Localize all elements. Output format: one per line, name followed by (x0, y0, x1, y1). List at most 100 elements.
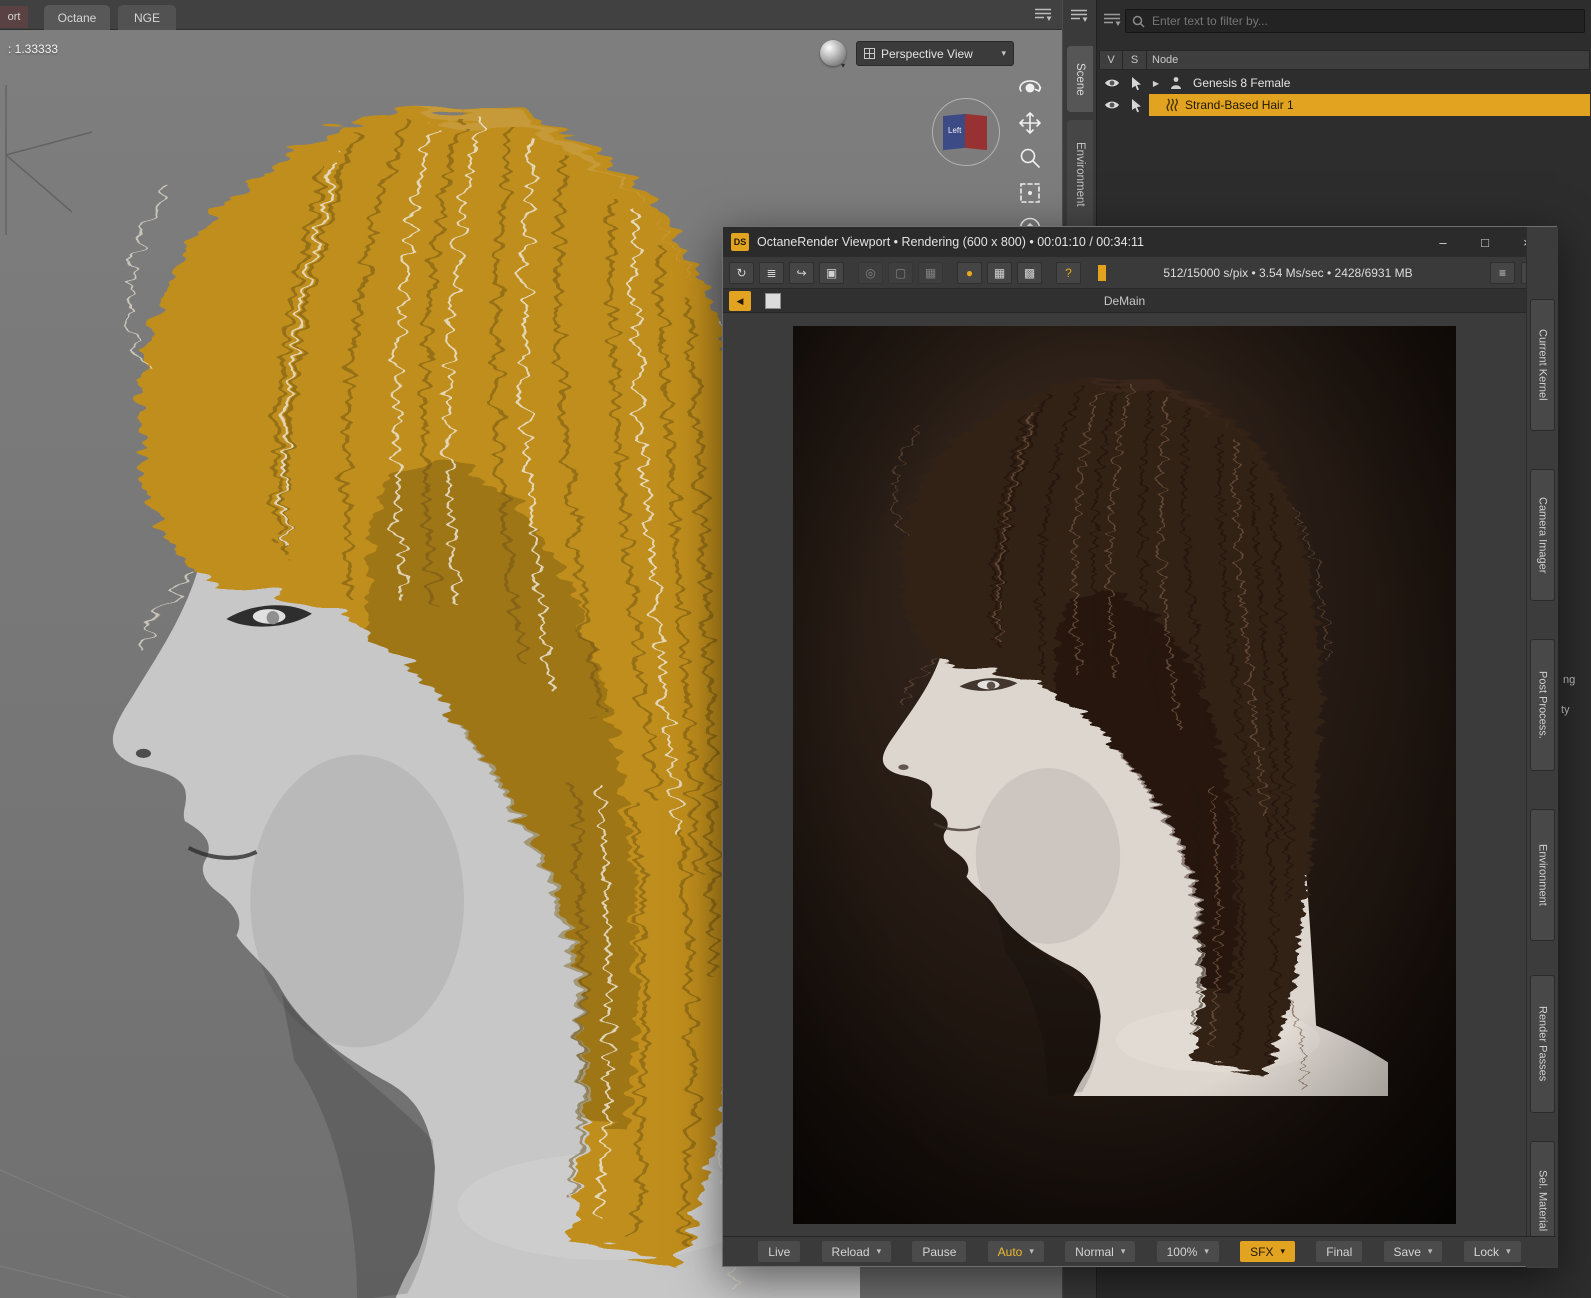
clipped-label-ng: ng (1563, 674, 1576, 686)
sfx-button[interactable]: SFX ▾ (1240, 1241, 1295, 1262)
render-status-text: 512/15000 s/pix • 3.54 Ms/sec • 2428/693… (1163, 266, 1413, 280)
render-viewport-area (723, 313, 1526, 1238)
button-label: 100% (1166, 1244, 1198, 1259)
scene-filter-box (1125, 9, 1585, 33)
pan-camera-icon[interactable] (1016, 109, 1044, 137)
navcube-right-face (965, 113, 987, 151)
scene-filter-input[interactable] (1150, 13, 1578, 29)
hair-node-icon (1166, 98, 1178, 112)
column-node[interactable]: Node (1147, 50, 1590, 70)
selected-node-highlight[interactable]: Strand-Based Hair 1 (1149, 94, 1590, 116)
chevron-down-icon[interactable]: ▾ (1280, 1246, 1285, 1257)
chevron-down-icon[interactable]: ▾ (1506, 1246, 1511, 1257)
chevron-down-icon[interactable]: ▾ (1428, 1246, 1433, 1257)
tab-nge[interactable]: NGE (118, 5, 176, 30)
render-target-strip: ◀ DeMain (723, 289, 1526, 313)
tab-render-passes[interactable]: Render Passes (1530, 975, 1555, 1113)
chevron-down-icon: ▾ (1001, 48, 1006, 58)
reload-button[interactable]: Reload ▾ (821, 1241, 892, 1262)
live-button[interactable]: Live (758, 1241, 801, 1262)
minimize-button[interactable]: – (1422, 228, 1464, 256)
save-button[interactable]: Save ▾ (1383, 1241, 1443, 1262)
view-navigation-cube[interactable]: Left (930, 96, 1002, 168)
navcube-label: Left (948, 126, 962, 135)
column-visible[interactable]: V (1099, 50, 1123, 70)
send-scene-icon[interactable]: ↪ (789, 261, 814, 284)
view-selector-dropdown[interactable]: Perspective View ▾ (856, 41, 1014, 66)
tab-partial[interactable]: ort (0, 6, 28, 28)
tab-octane[interactable]: Octane (44, 5, 110, 30)
progress-indicator (1098, 264, 1106, 281)
octane-render-image (793, 326, 1456, 1224)
render-priority-icon[interactable]: ● (957, 261, 982, 284)
back-button[interactable]: ◀ (729, 291, 751, 311)
auto-button[interactable]: Auto ▾ (987, 1241, 1044, 1262)
final-button[interactable]: Final (1316, 1241, 1363, 1262)
chevron-down-icon[interactable]: ▾ (877, 1246, 882, 1257)
column-selectable[interactable]: S (1123, 50, 1147, 70)
visibility-eye-icon[interactable] (1101, 99, 1123, 111)
button-label: Final (1326, 1244, 1353, 1259)
grid-icon[interactable]: ▦ (987, 261, 1012, 284)
subsample-icon[interactable]: ▦ (918, 261, 943, 284)
selectable-cursor-icon[interactable] (1125, 98, 1147, 113)
viewport-tab-bar: ort Octane NGE (0, 0, 1062, 30)
tab-post-process[interactable]: Post Process. (1530, 639, 1555, 771)
app-root: : 1.33333 ▾ Perspective View ▾ Left ort … (0, 0, 1591, 1298)
aspect-ratio-label: : 1.33333 (8, 42, 59, 56)
chevron-down-icon[interactable]: ▾ (1029, 1246, 1034, 1257)
octane-settings-tabs: Current Kernel Camera Imager Post Proces… (1526, 227, 1558, 1268)
tab-environment[interactable]: Environment (1067, 120, 1093, 228)
trackball-dropdown-icon[interactable]: ▾ (841, 61, 845, 70)
render-target-label: DeMain (1103, 294, 1146, 308)
visibility-eye-icon[interactable] (1101, 77, 1123, 89)
viewport-axis-lines (5, 85, 93, 235)
viewport-tools (1016, 74, 1044, 242)
image-output-icon[interactable]: ▩ (1017, 261, 1042, 284)
maximize-button[interactable]: □ (1464, 228, 1506, 256)
help-icon[interactable]: ? (1056, 261, 1081, 284)
tab-camera-imager[interactable]: Camera Imager (1530, 469, 1555, 601)
tab-current-kernel[interactable]: Current Kernel (1530, 299, 1555, 431)
tab-scene[interactable]: Scene (1067, 46, 1093, 112)
zoom-camera-icon[interactable] (1016, 144, 1044, 172)
log-list-icon[interactable]: ≡ (1490, 262, 1515, 284)
scene-tree-header: V S Node (1099, 50, 1590, 70)
scene-node-hair[interactable]: Strand-Based Hair 1 (1099, 94, 1590, 116)
channels-icon[interactable]: ≣ (759, 261, 784, 284)
expander-icon[interactable]: ▶ (1149, 79, 1163, 88)
render-target-swatch[interactable] (765, 293, 781, 309)
pane-menu-icon[interactable] (1034, 7, 1052, 25)
zoom-level-button[interactable]: 100% ▾ (1156, 1241, 1219, 1262)
render-region-icon[interactable]: ▢ (888, 261, 913, 284)
button-label: Normal (1075, 1244, 1114, 1259)
scene-node-genesis[interactable]: ▶ Genesis 8 Female (1099, 72, 1590, 94)
app-icon: DS (731, 233, 749, 251)
button-label: Live (768, 1244, 791, 1259)
view-selector-label: Perspective View (881, 46, 973, 61)
clipped-label-ty: ty (1561, 704, 1570, 716)
button-label: Reload (831, 1244, 870, 1259)
refresh-icon[interactable]: ↻ (729, 261, 754, 284)
lock-button[interactable]: Lock ▾ (1463, 1241, 1521, 1262)
frame-selection-icon[interactable] (1016, 179, 1044, 207)
focus-target-icon[interactable]: ◎ (858, 261, 883, 284)
panel-options-icon[interactable] (1103, 12, 1121, 30)
button-label: Pause (922, 1244, 957, 1259)
fit-view-icon[interactable]: ▣ (819, 261, 844, 284)
orbit-camera-icon[interactable] (1016, 74, 1044, 102)
window-title: OctaneRender Viewport • Rendering (600 x… (757, 235, 1145, 249)
figure-node-icon (1165, 76, 1187, 90)
chevron-down-icon[interactable]: ▾ (1121, 1246, 1126, 1257)
pause-button[interactable]: Pause (912, 1241, 967, 1262)
dock-pane-icon[interactable] (1070, 8, 1088, 26)
chevron-down-icon[interactable]: ▾ (1204, 1246, 1209, 1257)
node-label[interactable]: Strand-Based Hair 1 (1185, 98, 1294, 112)
button-label: Lock (1473, 1244, 1500, 1259)
tab-environment[interactable]: Environment (1530, 809, 1555, 941)
normal-button[interactable]: Normal ▾ (1065, 1241, 1136, 1262)
window-titlebar[interactable]: DS OctaneRender Viewport • Rendering (60… (723, 227, 1556, 257)
node-label[interactable]: Genesis 8 Female (1193, 76, 1290, 90)
selectable-cursor-icon[interactable] (1125, 76, 1147, 91)
button-label: Save (1393, 1244, 1421, 1259)
